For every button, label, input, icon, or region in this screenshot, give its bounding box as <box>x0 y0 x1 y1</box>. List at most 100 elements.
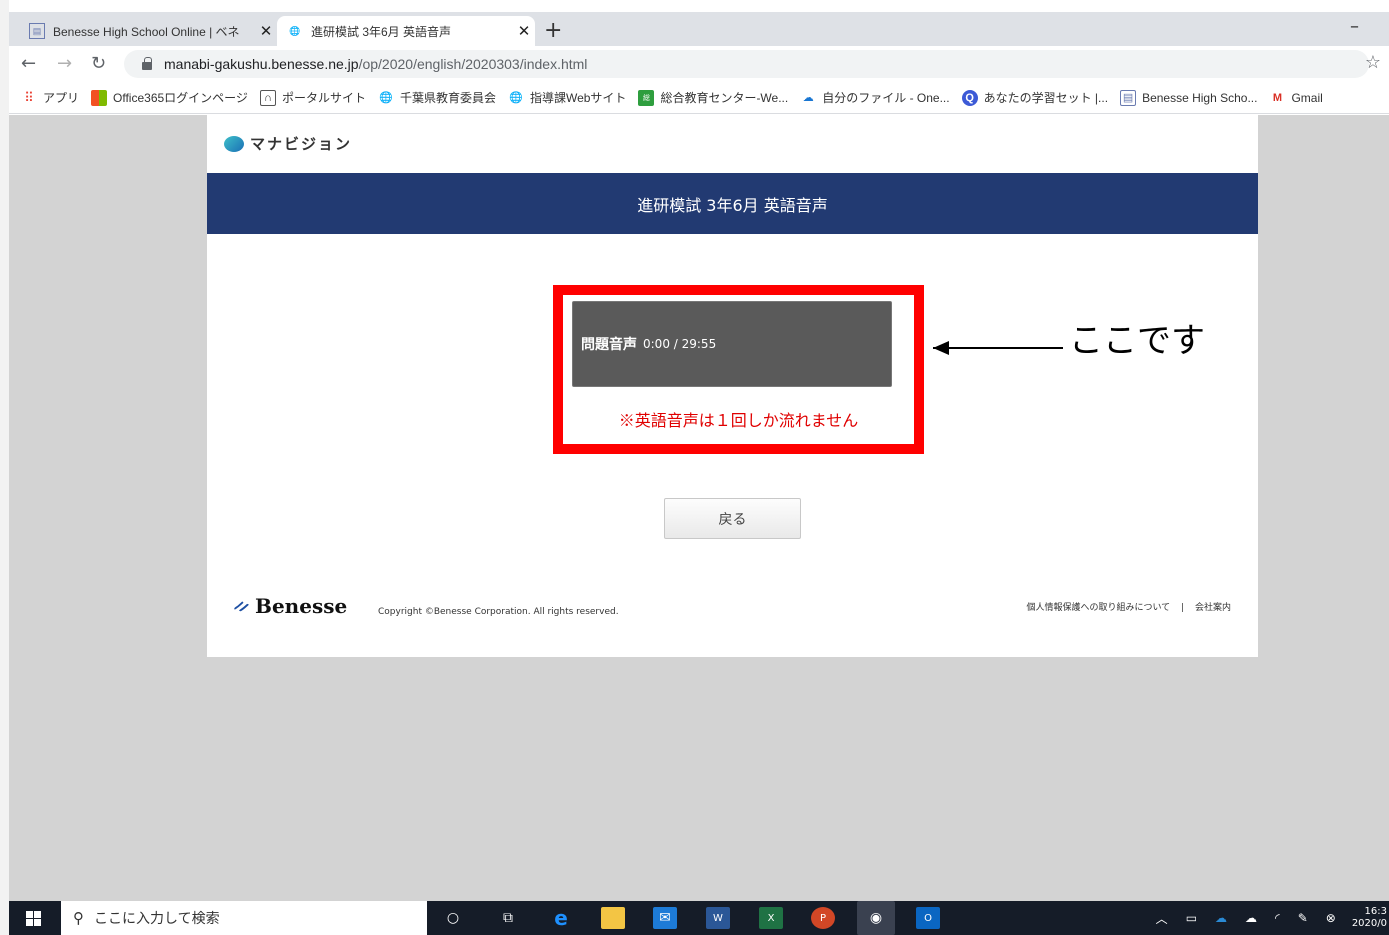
taskbar: ⚲ ここに入力して検索 ○ ⧉ e ✉ W X P ◉ O ︿ ▭ ☁ ☁ ◜ … <box>9 901 1389 935</box>
bookmark-label: Office365ログインページ <box>113 91 248 105</box>
task-view-icon[interactable]: ⧉ <box>496 907 520 929</box>
bookmark-label: アプリ <box>43 91 80 105</box>
show-hidden-icons-icon[interactable]: ︿ <box>1156 910 1168 927</box>
tab-title: Benesse High School Online | ベネ <box>53 24 240 39</box>
address-bar-row: ← → ↻ manabi-gakushu.benesse.ne.jp/op/20… <box>9 46 1389 82</box>
quizlet-icon: Q <box>961 89 978 106</box>
globe-icon: 🌐 <box>289 25 301 36</box>
bookmark-benesse-high-school[interactable]: ▤ Benesse High Scho... <box>1120 89 1258 106</box>
new-tab-button[interactable]: + <box>544 18 562 43</box>
bookmark-label: あなたの学習セット |... <box>983 91 1109 105</box>
office-icon <box>91 89 108 106</box>
globe-icon: 🌐 <box>379 92 393 104</box>
bookmark-label: Gmail <box>1291 90 1323 105</box>
logo-text: マナビジョン <box>250 135 353 153</box>
cloud-tray-icon[interactable]: ☁ <box>1245 911 1257 925</box>
portal-icon: ∩ <box>259 89 276 106</box>
bookmark-shidoka[interactable]: 🌐 指導課Webサイト <box>508 89 626 106</box>
clock-time: 16:3 <box>1364 906 1387 917</box>
clock[interactable]: 16:3 2020/0 <box>1352 906 1389 930</box>
taskbar-search-input[interactable]: ⚲ ここに入力して検索 <box>61 901 427 935</box>
clock-date: 2020/0 <box>1351 918 1387 929</box>
content-card: マナビジョン 進研模試 3年6月 英語音声 問題音声 0:00 / 29:55 … <box>207 115 1258 657</box>
excel-icon[interactable]: X <box>759 907 783 929</box>
bookmark-label: 千葉県教育委員会 <box>399 91 496 105</box>
close-tab-icon[interactable]: ✕ <box>255 22 277 40</box>
footer-links: 個人情報保護への取り組みについて | 会社案内 <box>1026 600 1231 613</box>
bookmark-office365[interactable]: Office365ログインページ <box>91 89 248 106</box>
cortana-icon[interactable]: ○ <box>441 907 465 929</box>
onedrive-icon: ☁ <box>802 92 814 104</box>
bookmark-quizlet[interactable]: Q あなたの学習セット |... <box>961 89 1109 106</box>
company-link[interactable]: 会社案内 <box>1195 603 1231 613</box>
benesse-mark-icon: ᨀ <box>233 593 252 618</box>
bookmark-apps[interactable]: ⠿ アプリ <box>21 89 79 106</box>
footer-separator: | <box>1181 603 1185 613</box>
bookmark-label: Benesse High Scho... <box>1142 90 1258 105</box>
notification-error-icon[interactable]: ⊗ <box>1326 911 1336 925</box>
bookmark-label: ポータルサイト <box>281 91 366 105</box>
onedrive-tray-icon[interactable]: ☁ <box>1215 911 1227 925</box>
edge-browser-icon[interactable]: e <box>549 906 573 930</box>
pen-icon[interactable]: ✎ <box>1298 911 1308 925</box>
copyright-text: Copyright ©Benesse Corporation. All righ… <box>378 607 619 617</box>
mail-icon[interactable]: ✉ <box>653 907 677 929</box>
bookmark-edu-center[interactable]: 総 総合教育センター-We... <box>638 89 788 106</box>
back-button[interactable]: 戻る <box>664 498 801 539</box>
search-icon: ⚲ <box>73 909 84 927</box>
play-once-warning: ※英語音声は１回しか流れません <box>618 411 859 430</box>
audio-time: 0:00 / 29:55 <box>643 337 717 351</box>
url-input[interactable]: manabi-gakushu.benesse.ne.jp/op/2020/eng… <box>124 50 1369 78</box>
audio-player[interactable]: 問題音声 0:00 / 29:55 <box>572 301 892 387</box>
benesse-icon: ▤ <box>1120 89 1137 106</box>
device-icon[interactable]: ▭ <box>1186 911 1197 925</box>
edu-center-icon: 総 <box>638 89 655 106</box>
bookmark-star-icon[interactable]: ☆ <box>1365 52 1381 73</box>
word-icon[interactable]: W <box>706 907 730 929</box>
search-placeholder: ここに入力して検索 <box>94 911 220 927</box>
bookmark-chiba-board[interactable]: 🌐 千葉県教育委員会 <box>378 89 496 106</box>
benesse-brand: Benesse <box>255 593 348 618</box>
annotation-text: ここです <box>1069 321 1205 361</box>
tab-english-audio[interactable]: 🌐 進研模試 3年6月 英語音声 ✕ <box>277 16 535 46</box>
forward-arrow-icon[interactable]: → <box>57 53 72 74</box>
start-button[interactable] <box>9 901 57 935</box>
tab-bar: ▤ Benesse High School Online | ベネ ✕ 🌐 進研… <box>9 12 1389 46</box>
bookmark-label: 自分のファイル - One... <box>822 91 950 105</box>
tab-benesse-high-school[interactable]: ▤ Benesse High School Online | ベネ ✕ <box>19 16 277 46</box>
page-viewport: マナビジョン 進研模試 3年6月 英語音声 問題音声 0:00 / 29:55 … <box>9 115 1389 901</box>
back-arrow-icon[interactable]: ← <box>21 53 36 74</box>
chrome-icon[interactable]: ◉ <box>857 901 895 935</box>
gmail-icon: M <box>1272 91 1283 104</box>
windows-logo-icon <box>25 910 41 926</box>
bookmark-onedrive[interactable]: ☁ 自分のファイル - One... <box>800 89 950 106</box>
privacy-link[interactable]: 個人情報保護への取り組みについて <box>1026 603 1170 613</box>
system-tray: ︿ ▭ ☁ ☁ ◜ ✎ ⊗ 16:3 2020/0 <box>1138 901 1389 935</box>
benesse-logo: ᨀ Benesse <box>233 593 347 618</box>
url-path: /op/2020/english/2020303/index.html <box>358 56 588 72</box>
benesse-favicon-icon: ▤ <box>29 23 45 39</box>
wifi-icon[interactable]: ◜ <box>1275 911 1280 925</box>
screen: ▤ Benesse High School Online | ベネ ✕ 🌐 進研… <box>0 0 1389 935</box>
bookmark-portal[interactable]: ∩ ポータルサイト <box>259 89 366 106</box>
left-edge <box>0 0 9 935</box>
globe-icon: 🌐 <box>509 92 523 104</box>
minimize-window-button[interactable]: – <box>1350 16 1359 37</box>
manavision-logo-icon <box>224 135 244 152</box>
audio-label: 問題音声 <box>581 337 637 353</box>
url-host: manabi-gakushu.benesse.ne.jp <box>164 56 359 72</box>
page-title: 進研模試 3年6月 英語音声 <box>637 195 828 215</box>
apps-grid-icon: ⠿ <box>24 89 34 105</box>
bookmark-label: 指導課Webサイト <box>529 91 627 105</box>
outlook-icon[interactable]: O <box>916 907 940 929</box>
tab-title: 進研模試 3年6月 英語音声 <box>311 24 452 39</box>
reload-icon[interactable]: ↻ <box>91 53 106 74</box>
highlight-box: 問題音声 0:00 / 29:55 ※英語音声は１回しか流れません <box>553 285 924 454</box>
lock-icon <box>142 57 152 70</box>
close-tab-icon[interactable]: ✕ <box>513 22 535 40</box>
annotation-arrow-icon <box>933 347 1063 349</box>
powerpoint-icon[interactable]: P <box>811 907 835 929</box>
bookmark-gmail[interactable]: M Gmail <box>1269 90 1323 106</box>
manavision-logo[interactable]: マナビジョン <box>224 133 352 154</box>
file-explorer-icon[interactable] <box>601 907 625 929</box>
